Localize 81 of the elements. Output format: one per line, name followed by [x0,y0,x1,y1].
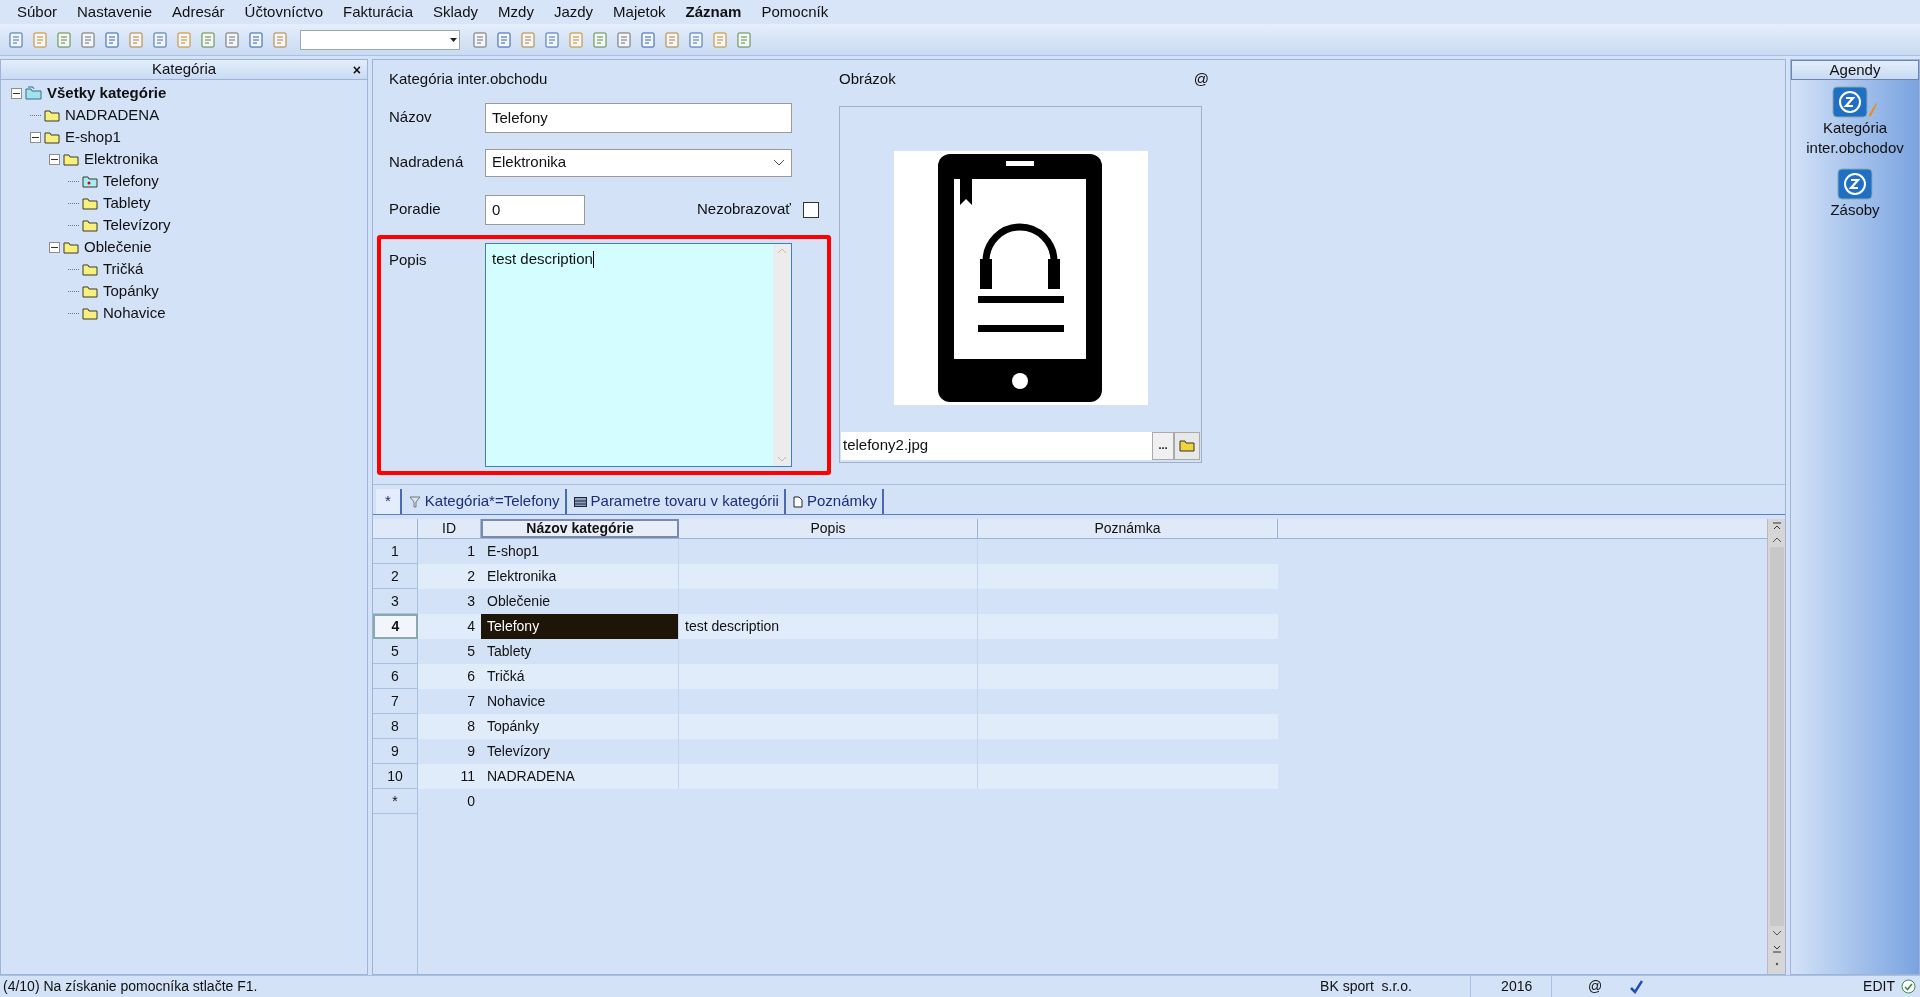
table-cell: NADRADENA [481,764,679,789]
chevron-down-icon[interactable] [1770,928,1783,938]
table-cell-text: 0 [466,792,476,811]
row-header[interactable]: 4 [373,614,418,639]
menu-item[interactable]: Majetok [610,0,669,24]
filename-field[interactable]: telefony2.jpg [841,431,1152,460]
collapse-toggle[interactable] [30,131,41,143]
collapse-toggle[interactable] [49,153,60,165]
menu-item[interactable]: Adresár [169,0,228,24]
tree-item[interactable]: Telefony [101,169,161,193]
at-sign[interactable]: @ [1193,68,1209,91]
tree-item[interactable]: NADRADENA [63,103,162,127]
document-icon [792,495,803,508]
table-cell: Elektronika [481,564,679,589]
menu-item[interactable]: Účtovníctvo [241,0,326,24]
tree-item[interactable]: Oblečenie [82,235,154,259]
menu-item[interactable]: Záznam [682,0,745,24]
field-label: Nadradená [389,152,465,173]
scrollbar[interactable] [1767,519,1785,974]
mode-label: EDIT [1863,977,1896,996]
parent-dropdown[interactable]: Elektronika [485,148,792,177]
caret-icon [450,37,457,42]
tree-item[interactable]: Tričká [101,257,146,281]
table-cell: Topánky [481,714,679,739]
table-cell: test description [679,614,978,639]
tree-item[interactable]: Televízory [101,213,173,237]
column-header[interactable]: Popis [679,519,978,538]
at-sign: @ [1587,977,1604,996]
app-icon [1832,86,1868,118]
company-name: BK sport s.r.o. [1320,977,1413,996]
menu-item[interactable]: Pomocník [758,0,832,24]
panel-title: Kategória [151,59,217,80]
row-header[interactable]: * [373,789,418,814]
open-folder-button[interactable] [1174,431,1200,460]
checkmark-icon [1629,979,1644,994]
description-field[interactable]: test description [485,242,792,467]
tree-item[interactable]: Všetky kategórie [45,81,169,105]
menu-item[interactable]: Fakturácia [340,0,416,24]
menu-item[interactable]: Mzdy [495,0,537,24]
order-field[interactable]: 0 [485,194,585,225]
year: 2016 [1500,977,1534,996]
collapse-toggle[interactable] [11,87,22,99]
name-field[interactable]: Telefony [485,102,792,133]
section-title: Kategória inter.obchodu [389,69,549,89]
table-cell: 4 [418,614,481,639]
status-message: (4/10) Na získanie pomocníka stlačte F1. [2,977,259,996]
close-button[interactable]: × [352,60,361,81]
column-header[interactable]: Poznámka [978,519,1278,538]
toolbar-combo[interactable] [300,29,460,50]
menu-item[interactable]: Sklady [430,0,482,24]
table-cell: 11 [418,764,481,789]
menu-item[interactable]: Jazdy [550,0,597,24]
field-label: Názov [389,107,433,128]
table-cell: Tričká [481,664,679,689]
menu-item[interactable]: Nastavenie [74,0,156,24]
table-icon [573,496,587,507]
tree-item[interactable]: Elektronika [82,147,161,171]
chevron-up-icon[interactable] [1770,535,1783,545]
tree-item[interactable]: Topánky [101,279,161,303]
hide-checkbox[interactable] [803,201,819,218]
table-cell: 8 [418,714,481,739]
field-label: Poradie [389,199,442,220]
collapse-toggle[interactable] [49,241,60,253]
checkbox-label: Nezobrazovať [697,199,791,220]
menu-item[interactable]: Súbor [14,0,61,24]
table-cell: Telefony [481,614,679,639]
panel-title: Agendy [1829,59,1881,80]
field-label: Popis [389,249,428,270]
tree-item[interactable]: E-shop1 [63,125,123,149]
table-cell: 6 [418,664,481,689]
section-title: Obrázok [839,69,896,89]
column-header[interactable]: Názov kategórie [481,519,679,538]
table-cell: 2 [418,564,481,589]
chevron-down-icon [773,158,785,167]
agenda-link[interactable]: Zásoby [1795,200,1915,220]
tree-item[interactable]: Nohavice [101,301,168,325]
tree-item[interactable]: Tablety [101,191,153,215]
browse-button[interactable]: ... [1152,431,1174,460]
tab[interactable]: * [376,489,402,514]
check-circle-icon [1901,979,1916,994]
agenda-link[interactable]: Kategória inter.obchodov [1795,118,1915,158]
